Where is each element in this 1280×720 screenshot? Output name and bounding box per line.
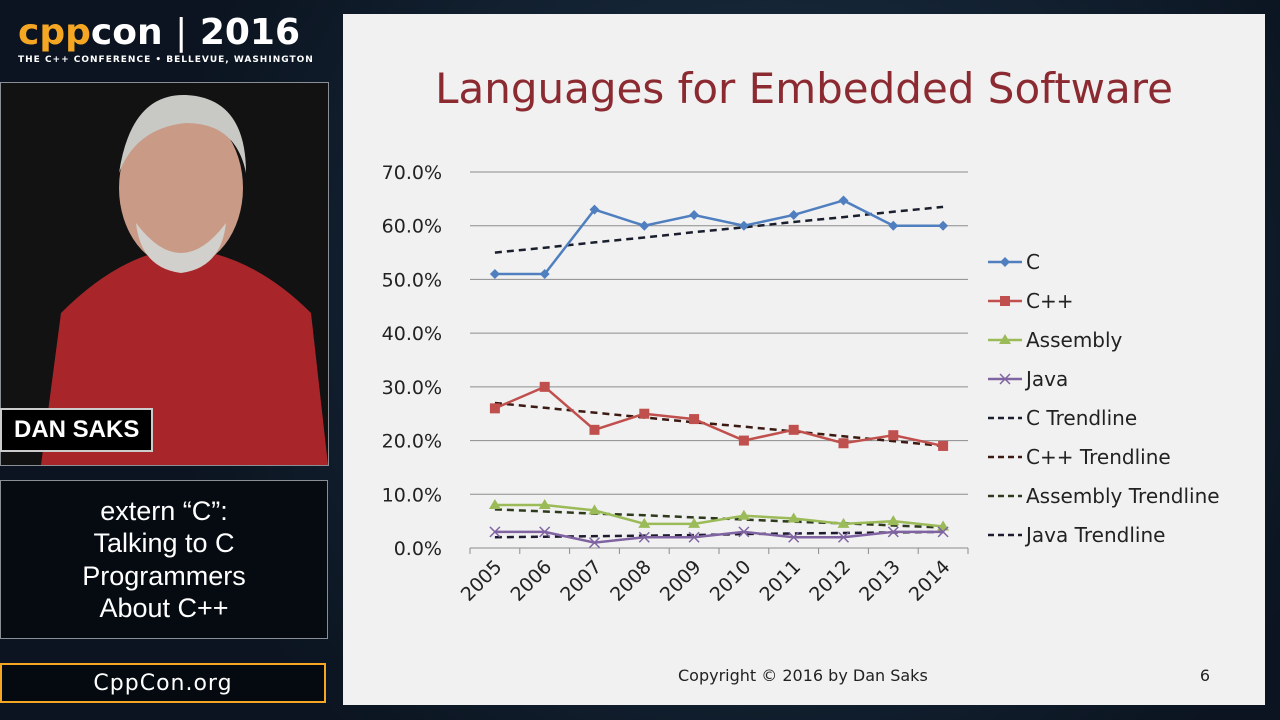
x-tick-label: 2014: [905, 556, 955, 606]
site-url: CppCon.org: [0, 663, 326, 703]
series-line-cpp: [494, 385, 944, 448]
logo-con: con: [90, 12, 163, 53]
data-point-cpp: [639, 408, 650, 419]
x-tick-label: 2009: [656, 556, 706, 606]
copyright: Copyright © 2016 by Dan Saks: [678, 666, 928, 685]
legend-label: Assembly: [1026, 327, 1123, 352]
logo-cpp: cpp: [18, 12, 91, 53]
x-tick-label: 2012: [805, 556, 855, 606]
legend-label: Java: [1026, 366, 1069, 391]
legend-label: Assembly Trendline: [1026, 483, 1220, 508]
talk-title: extern “C”: Talking to C Programmers Abo…: [0, 480, 328, 639]
data-point-cpp: [888, 430, 899, 441]
logo-year: 2016: [199, 12, 301, 53]
talk-title-line: Programmers: [82, 560, 246, 591]
talk-title-line: Talking to C: [93, 528, 235, 559]
legend-item: C Trendline: [988, 398, 1220, 437]
data-point-c: [838, 195, 849, 206]
legend-item: Java: [988, 359, 1220, 398]
legend-symbol: [988, 494, 1022, 497]
legend-label: C++: [1026, 288, 1074, 313]
data-point-c: [938, 220, 949, 231]
legend-label: C: [1026, 249, 1040, 274]
logo-separator: |: [175, 12, 188, 53]
data-point-cpp: [489, 403, 500, 414]
data-point-cpp: [788, 424, 799, 435]
x-tick-label: 2006: [506, 556, 556, 606]
y-tick-label: 20.0%: [382, 431, 442, 453]
slide: Languages for Embedded Software 0.0% 10.0…: [343, 14, 1265, 705]
x-tick-label: 2011: [755, 556, 805, 606]
y-tick-label: 60.0%: [382, 216, 442, 238]
series-line-cpp-trendline: [494, 401, 944, 448]
data-point-c: [888, 220, 899, 231]
data-point-cpp: [689, 414, 700, 425]
y-tick-label: 10.0%: [382, 484, 442, 506]
data-point-c: [489, 269, 500, 280]
x-tick-label: 2010: [706, 556, 756, 606]
page-number: 6: [1199, 666, 1210, 685]
y-tick-label: 40.0%: [382, 323, 442, 345]
y-tick-label: 70.0%: [382, 162, 442, 184]
data-point-c: [639, 220, 650, 231]
x-tick-label: 2007: [556, 556, 606, 606]
data-point-cpp: [589, 424, 600, 435]
x-tick-label: 2008: [606, 556, 656, 606]
talk-title-line: About C++: [99, 592, 229, 623]
series-line-c: [494, 199, 944, 276]
series-line-java: [494, 530, 944, 544]
legend-symbol: [988, 372, 1022, 385]
talk-title-line: extern “C”:: [100, 495, 228, 526]
data-point-cpp: [938, 440, 949, 451]
legend-label: Java Trendline: [1026, 522, 1166, 547]
legend-symbol: [988, 256, 1022, 267]
legend-label: C Trendline: [1026, 405, 1138, 430]
legend-item: Assembly: [988, 320, 1220, 359]
series-line-assembly-trendline: [494, 508, 944, 529]
y-tick-label: 30.0%: [382, 377, 442, 399]
legend-item: C++ Trendline: [988, 437, 1220, 476]
legend-symbol: [988, 533, 1022, 536]
legend-item: Java Trendline: [988, 515, 1220, 554]
data-point-cpp: [539, 381, 550, 392]
legend-item: C: [988, 242, 1220, 281]
logo-tagline: THE C++ CONFERENCE • BELLEVUE, WASHINGTO…: [18, 55, 314, 65]
legend-symbol: [988, 416, 1022, 419]
series-line-c-trendline: [494, 205, 944, 254]
data-point-cpp: [738, 435, 749, 446]
cppcon-logo: cppcon | 2016 THE C++ CONFERENCE • BELLE…: [18, 12, 314, 65]
data-point-c: [738, 220, 749, 231]
speaker-name-tag: DAN SAKS: [0, 408, 154, 452]
chart-legend: C C++ Assembly Java C Trendline C++ Trendline…: [988, 242, 1220, 554]
y-tick-label: 0.0%: [394, 538, 442, 560]
data-point-cpp: [838, 438, 849, 449]
legend-symbol: [988, 455, 1022, 458]
x-tick-label: 2013: [855, 556, 905, 606]
y-tick-label: 50.0%: [382, 269, 442, 291]
legend-label: C++ Trendline: [1026, 444, 1171, 469]
legend-symbol: [988, 333, 1022, 344]
legend-symbol: [988, 295, 1022, 306]
legend-item: Assembly Trendline: [988, 476, 1220, 515]
legend-item: C++: [988, 281, 1220, 320]
data-point-c: [689, 209, 700, 220]
series-line-assembly: [494, 503, 944, 528]
data-point-c: [788, 209, 799, 220]
x-tick-label: 2005: [457, 556, 507, 606]
